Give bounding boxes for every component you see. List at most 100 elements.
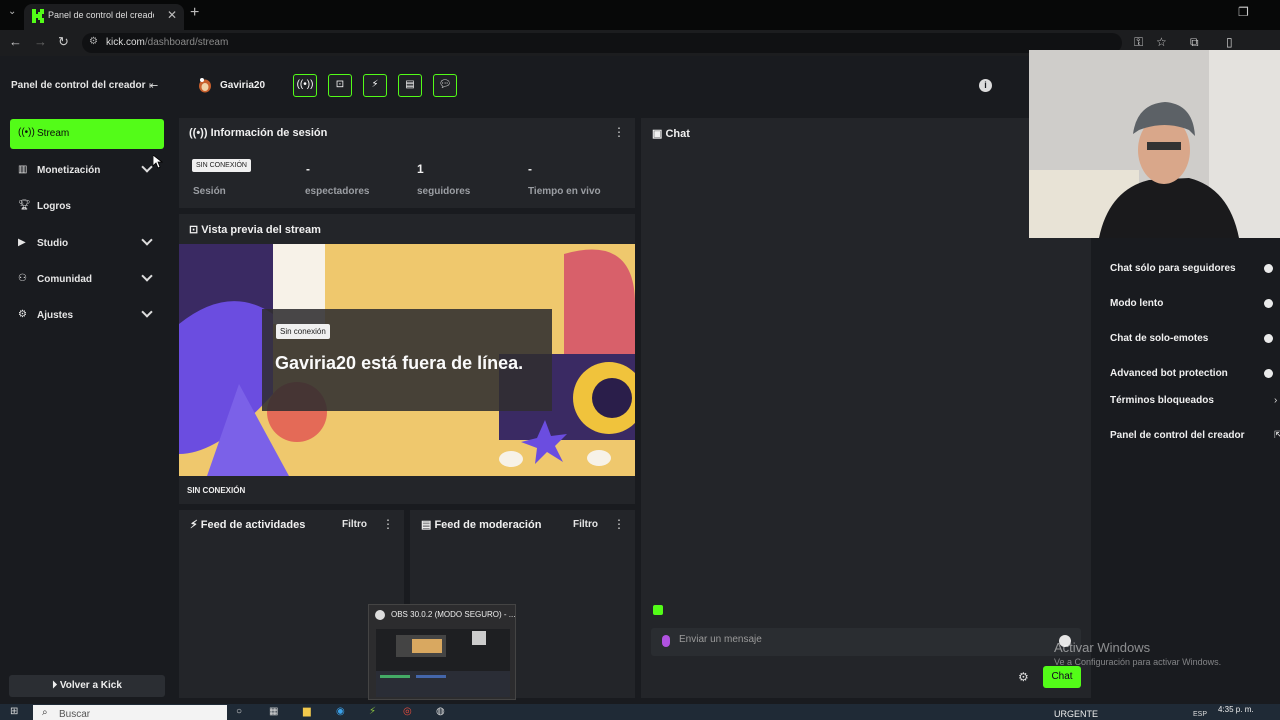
moderation-feed-title: ▤ Feed de moderación bbox=[421, 519, 542, 531]
offline-message: Gaviria20 está fuera de línea. bbox=[275, 353, 524, 373]
weather-news-text[interactable]: URGENTE bbox=[1054, 709, 1098, 719]
lightning-icon: ⚡︎ bbox=[190, 519, 201, 531]
lightning-icon: ⚡︎ bbox=[371, 79, 379, 90]
chat-user-badge-icon[interactable] bbox=[653, 605, 663, 615]
webcam-overlay bbox=[1029, 50, 1280, 238]
broadcast-icon: ((•)) bbox=[18, 127, 35, 138]
stat-value-viewers: - bbox=[306, 162, 310, 176]
url-field[interactable]: ⚙ kick.com/dashboard/stream bbox=[82, 33, 1122, 53]
extensions-icon[interactable]: ⧉ bbox=[1190, 35, 1199, 50]
obs-window-thumbnail bbox=[376, 629, 510, 697]
close-tab-icon[interactable]: ✕ bbox=[167, 8, 177, 22]
session-menu-icon[interactable]: ⋮ bbox=[613, 125, 625, 139]
windows-start-icon[interactable]: ⊞ bbox=[10, 706, 18, 717]
sidebar-item-label: Studio bbox=[37, 238, 69, 249]
chevron-right-icon[interactable]: › bbox=[1274, 395, 1277, 406]
stat-label-session: Sesión bbox=[193, 186, 226, 197]
followers-only-toggle[interactable] bbox=[1264, 264, 1273, 273]
url-path: /dashboard/stream bbox=[144, 37, 229, 48]
collapse-sidebar-icon[interactable]: ⇤ bbox=[149, 79, 158, 92]
sidebar-item-monetizacion[interactable]: ▥ Monetización bbox=[10, 156, 164, 186]
bot-protection-toggle[interactable] bbox=[1264, 369, 1273, 378]
broadcast-icon: ((•)) bbox=[189, 127, 211, 139]
offline-badge: Sin conexión bbox=[276, 324, 330, 339]
setting-followers-only: Chat sólo para seguidores bbox=[1110, 263, 1236, 274]
reload-icon[interactable]: ↻ bbox=[58, 34, 69, 50]
setting-emote-only: Chat de solo-emotes bbox=[1110, 333, 1209, 344]
activity-menu-icon[interactable]: ⋮ bbox=[382, 517, 394, 531]
microphone-icon[interactable] bbox=[662, 635, 670, 647]
stat-value-live-time: - bbox=[528, 162, 532, 176]
language-indicator[interactable]: ESP bbox=[1193, 711, 1207, 718]
webcam-person-image bbox=[1029, 50, 1280, 238]
forward-arrow-icon[interactable]: → bbox=[34, 34, 47, 49]
chat-message-field[interactable] bbox=[651, 628, 1081, 656]
new-tab-button[interactable]: + bbox=[190, 4, 199, 22]
sidebar-item-ajustes[interactable]: ⚙ Ajustes bbox=[10, 301, 164, 331]
bookmark-star-icon[interactable]: ☆ bbox=[1156, 35, 1167, 49]
chrome-icon[interactable]: ◎ bbox=[403, 706, 412, 717]
sidebar-item-stream[interactable]: ((•)) Stream bbox=[10, 119, 164, 149]
site-info-icon[interactable]: ⚙ bbox=[89, 36, 98, 47]
sidebar-item-comunidad[interactable]: ⚇ Comunidad bbox=[10, 265, 164, 295]
moderation-menu-icon[interactable]: ⋮ bbox=[613, 517, 625, 531]
sidebar bbox=[0, 56, 172, 704]
moderation-button[interactable]: ▤ bbox=[398, 74, 422, 97]
back-to-kick-button[interactable]: ⏵ Volver a Kick bbox=[9, 675, 165, 697]
sidebar-item-studio[interactable]: ▶ Studio bbox=[10, 229, 164, 259]
screen-icon: ⊡ bbox=[335, 79, 345, 90]
sidebar-item-label: Comunidad bbox=[37, 274, 92, 285]
chat-button[interactable]: 💬︎ bbox=[433, 74, 457, 97]
stat-label-followers: seguidores bbox=[417, 186, 471, 197]
slow-mode-toggle[interactable] bbox=[1264, 299, 1273, 308]
taskbar-clock[interactable]: 4:35 p. m. bbox=[1218, 705, 1254, 714]
activity-filter-button[interactable]: Filtro bbox=[342, 519, 367, 530]
mouse-cursor-icon bbox=[153, 155, 163, 169]
tab-title: Panel de control del creador | K bbox=[48, 10, 154, 20]
windows-activation-title: Activar Windows bbox=[1054, 640, 1151, 655]
edge-icon[interactable]: ◉ bbox=[336, 706, 345, 717]
taskbar-search-field[interactable]: ⌕ Buscar bbox=[33, 705, 227, 720]
chat-message-input[interactable] bbox=[679, 634, 1039, 645]
emote-only-toggle[interactable] bbox=[1264, 334, 1273, 343]
chat-send-button[interactable]: Chat bbox=[1043, 666, 1081, 688]
setting-blocked-terms[interactable]: Términos bloqueados bbox=[1110, 395, 1214, 406]
browser-tab[interactable]: Panel de control del creador | K ✕ bbox=[24, 4, 184, 30]
key-icon[interactable]: ⚿ bbox=[1134, 35, 1143, 50]
chat-title: ▣ Chat bbox=[652, 128, 690, 140]
chat-bubble-icon: 💬︎ bbox=[438, 79, 452, 90]
chevron-down-icon bbox=[141, 161, 153, 173]
windows-activation-subtitle: Ve a Configuración para activar Windows. bbox=[1054, 657, 1222, 667]
file-explorer-icon[interactable]: ▆ bbox=[303, 706, 311, 717]
tab-search-icon[interactable]: ⌄ bbox=[8, 6, 16, 17]
broadcast-icon: ((•)) bbox=[296, 79, 314, 90]
studio-icon: ▶ bbox=[18, 237, 26, 248]
url-host: kick.com bbox=[106, 37, 145, 48]
preview-button[interactable]: ⊡ bbox=[328, 74, 352, 97]
external-link-icon[interactable]: ⇱ bbox=[1274, 430, 1280, 441]
screen-icon: ⊡ bbox=[189, 224, 202, 236]
sidebar-item-logros[interactable]: 🏆︎ Logros bbox=[10, 192, 164, 222]
avatar[interactable] bbox=[198, 77, 212, 93]
chevron-down-icon bbox=[141, 270, 153, 282]
back-arrow-icon[interactable]: ← bbox=[9, 34, 22, 49]
chat-settings-gear-icon[interactable]: ⚙ bbox=[1018, 670, 1029, 684]
obs-taskbar-preview[interactable]: OBS 30.0.2 (MODO SEGURO) - ... bbox=[368, 604, 516, 700]
sidebar-item-label: Stream bbox=[37, 128, 70, 139]
setting-creator-dashboard[interactable]: Panel de control del creador bbox=[1110, 430, 1244, 441]
app-icon[interactable]: ⚡︎ bbox=[369, 706, 376, 717]
obs-taskbar-icon[interactable]: ◍ bbox=[436, 706, 445, 717]
moderation-filter-button[interactable]: Filtro bbox=[573, 519, 598, 530]
obs-window-title: OBS 30.0.2 (MODO SEGURO) - ... bbox=[391, 610, 516, 619]
info-icon[interactable]: i bbox=[979, 79, 992, 92]
stream-preview-title: ⊡ Vista previa del stream bbox=[189, 224, 321, 236]
window-maximize-icon[interactable]: ❐ bbox=[1238, 5, 1249, 19]
back-to-kick-label: Volver a Kick bbox=[59, 680, 122, 691]
chevron-down-icon bbox=[141, 306, 153, 318]
activity-button[interactable]: ⚡︎ bbox=[363, 74, 387, 97]
widgets-icon[interactable]: ▦ bbox=[269, 706, 278, 717]
sidepanel-icon[interactable]: ▯ bbox=[1226, 35, 1233, 49]
chevron-down-icon bbox=[141, 234, 153, 246]
stream-info-button[interactable]: ((•)) bbox=[293, 74, 317, 97]
task-view-icon[interactable]: ○ bbox=[236, 706, 242, 717]
